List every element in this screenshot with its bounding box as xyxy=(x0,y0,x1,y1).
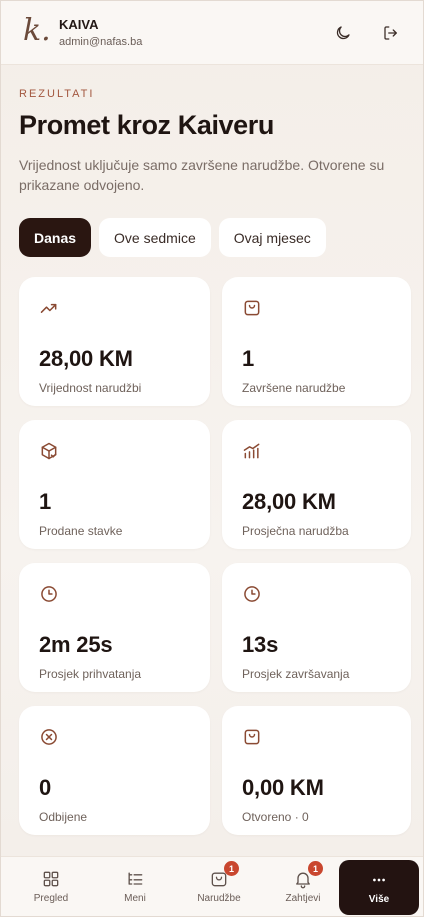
shopping-bag-icon xyxy=(244,729,260,745)
list-tree-icon xyxy=(128,872,143,885)
package-check-icon xyxy=(41,442,57,460)
stat-value: 1 xyxy=(39,489,52,514)
stat-value: 1 xyxy=(242,346,255,371)
shopping-bag-icon xyxy=(244,300,260,316)
stat-label: Prosječna narudžba xyxy=(242,524,349,538)
stat-card-open-orders: 0,00 KM Otvoreno · 0 xyxy=(222,706,411,835)
kaiva-logo: k. xyxy=(23,12,51,48)
nav-label: Narudžbe xyxy=(197,893,241,904)
logout-icon xyxy=(384,25,397,40)
brand-block: KAIVA admin@nafas.ba xyxy=(59,17,142,48)
top-actions xyxy=(333,23,401,43)
stat-label: Otvoreno · 0 xyxy=(242,810,309,824)
stat-label: Prodane stavke xyxy=(39,524,123,538)
nav-item-overview[interactable]: Pregled xyxy=(9,857,93,916)
clock-icon xyxy=(244,586,260,602)
theme-toggle-button[interactable] xyxy=(333,23,353,43)
stats-grid: 28,00 KM Vrijednost narudžbi 1 Završene … xyxy=(19,277,411,835)
brand-name: KAIVA xyxy=(59,17,99,32)
stat-value: 0,00 KM xyxy=(242,775,324,800)
period-tabs: Danas Ove sedmice Ovaj mjesec xyxy=(19,218,411,257)
x-circle-icon xyxy=(41,729,57,745)
tab-this-week[interactable]: Ove sedmice xyxy=(99,218,211,257)
main-content: REZULTATI Promet kroz Kaiveru Vrijednost… xyxy=(19,65,411,835)
stat-label: Prosjek završavanja xyxy=(242,667,350,681)
trending-up-icon xyxy=(40,303,57,313)
stat-card-completed-orders: 1 Završene narudžbe xyxy=(222,277,411,406)
tab-this-month[interactable]: Ovaj mjesec xyxy=(218,218,326,257)
nav-label: Zahtjevi xyxy=(285,893,321,904)
section-eyebrow: REZULTATI xyxy=(19,88,95,100)
stat-value: 28,00 KM xyxy=(242,489,336,514)
stat-label: Završene narudžbe xyxy=(242,381,346,395)
account-email: admin@nafas.ba xyxy=(59,36,143,48)
stat-label: Vrijednost narudžbi xyxy=(39,381,142,395)
bottom-navigation: Pregled Meni 1 Narudžbe 1 Zahtjevi Više xyxy=(1,856,423,916)
stat-value: 0 xyxy=(39,775,52,800)
clock-icon xyxy=(41,586,57,602)
nav-item-more[interactable]: Više xyxy=(339,860,419,915)
nav-item-orders[interactable]: 1 Narudžbe xyxy=(177,857,261,916)
bar-chart-trend-icon xyxy=(243,443,260,459)
stat-label: Prosjek prihvatanja xyxy=(39,667,142,681)
stat-value: 13s xyxy=(242,632,279,657)
app-window: k. KAIVA admin@nafas.ba REZULTATI Promet… xyxy=(0,0,424,917)
tab-today[interactable]: Danas xyxy=(19,218,92,257)
nav-item-requests[interactable]: 1 Zahtjevi xyxy=(261,857,345,916)
stat-value: 28,00 KM xyxy=(39,346,133,371)
stat-card-average-order: 28,00 KM Prosječna narudžba xyxy=(222,420,411,549)
logout-button[interactable] xyxy=(381,23,401,43)
grid-icon xyxy=(43,871,59,887)
nav-label: Meni xyxy=(124,893,146,904)
stat-label: Odbijene xyxy=(39,810,88,824)
stat-card-avg-complete-time: 13s Prosjek završavanja xyxy=(222,563,411,692)
nav-item-menu[interactable]: Meni xyxy=(93,857,177,916)
page-description: Vrijednost uključuje samo završene narud… xyxy=(19,157,385,193)
stat-card-avg-accept-time: 2m 25s Prosjek prihvatanja xyxy=(19,563,210,692)
stat-card-order-value: 28,00 KM Vrijednost narudžbi xyxy=(19,277,210,406)
stat-card-rejected: 0 Odbijene xyxy=(19,706,210,835)
nav-label: Više xyxy=(368,894,390,905)
top-bar: k. KAIVA admin@nafas.ba xyxy=(1,1,423,65)
more-dots-icon xyxy=(373,878,385,882)
requests-badge: 1 xyxy=(308,861,323,876)
stat-card-items-sold: 1 Prodane stavke xyxy=(19,420,210,549)
moon-icon xyxy=(336,25,350,39)
page-title: Promet kroz Kaiveru xyxy=(19,110,274,140)
stat-value: 2m 25s xyxy=(39,632,113,657)
orders-badge: 1 xyxy=(224,861,239,876)
nav-label: Pregled xyxy=(33,893,69,904)
